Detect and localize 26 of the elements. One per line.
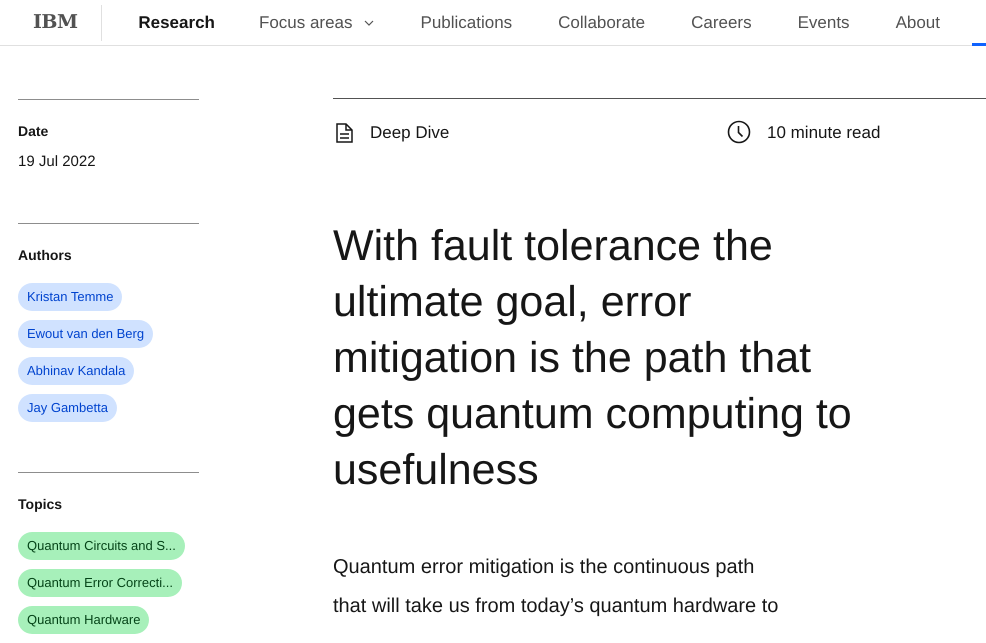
nav-link[interactable]: Events xyxy=(798,10,850,36)
read-time: 10 minute read xyxy=(767,122,880,144)
article-type: Deep Dive xyxy=(370,122,450,144)
date-value: 19 Jul 2022 xyxy=(18,152,97,172)
article-title: With fault tolerance the ultimate goal, error mitigation is the path that gets quantum computing to usefulness xyxy=(333,221,853,496)
nav-link[interactable]: Publications xyxy=(420,10,512,36)
author-tag[interactable]: Kristan Temme xyxy=(18,283,122,311)
topic-tag[interactable]: Quantum Hardware xyxy=(18,606,150,634)
topic-tag[interactable]: Quantum Circuits and S... xyxy=(18,532,185,560)
nav-link[interactable]: Focus areas xyxy=(258,10,374,36)
author-tag[interactable]: Abhinav Kandala xyxy=(18,357,134,385)
author-tag[interactable]: Jay Gambetta xyxy=(18,394,117,422)
nav-link[interactable]: About xyxy=(896,10,940,36)
date-label: Date xyxy=(18,122,50,141)
article-lead: Quantum error mitigation is the continuous path that will take us from today’s quantum hardware to xyxy=(333,555,780,619)
nav-link[interactable]: Careers xyxy=(691,10,752,36)
author-tag[interactable]: Ewout van den Berg xyxy=(18,320,154,348)
topic-tag[interactable]: Quantum Error Correcti... xyxy=(18,569,182,597)
nav-link[interactable]: Collaborate xyxy=(558,10,646,36)
topics-label: Topics xyxy=(18,495,64,514)
authors-label: Authors xyxy=(18,246,73,265)
active-indicator xyxy=(972,43,986,46)
logo[interactable]: IBM xyxy=(33,8,78,37)
nav-link[interactable]: Research xyxy=(138,10,215,36)
document-icon xyxy=(336,122,353,143)
clock-icon xyxy=(727,120,751,144)
